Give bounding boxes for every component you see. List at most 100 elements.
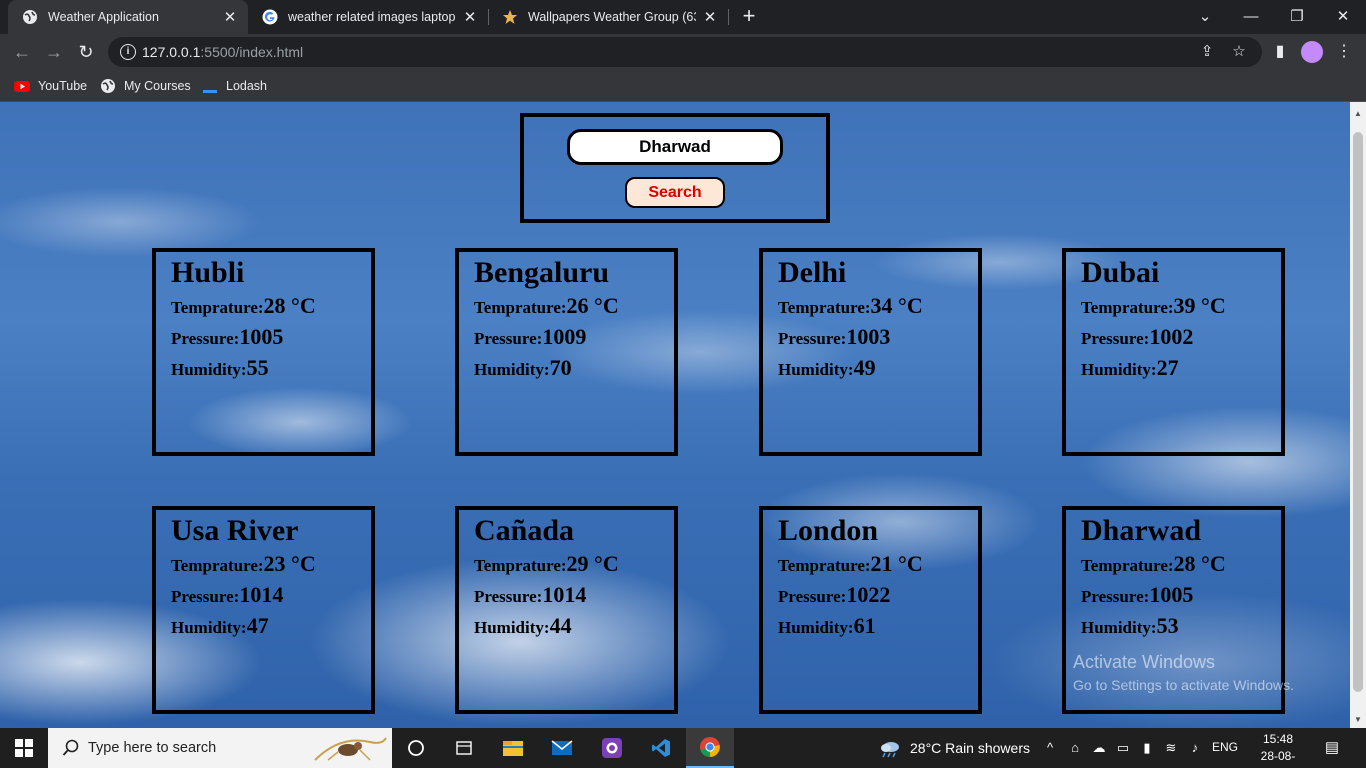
temperature-row: Temprature:28 °C bbox=[171, 293, 316, 318]
back-arrow-icon[interactable]: ← bbox=[8, 38, 36, 66]
input-language[interactable]: ENG bbox=[1212, 740, 1238, 754]
address-bar[interactable]: i 127.0.0.1:5500/index.html ⇪ ☆ bbox=[108, 37, 1262, 67]
lodash-icon bbox=[202, 78, 218, 94]
url-host: 127.0.0.1 bbox=[142, 44, 201, 60]
url-text[interactable]: 127.0.0.1:5500/index.html bbox=[142, 44, 303, 60]
windows-taskbar: Type here to search 28°C Rain showers ^ … bbox=[0, 728, 1366, 768]
bookmark-youtube[interactable]: YouTube bbox=[14, 77, 87, 95]
bookmark-my-courses[interactable]: My Courses bbox=[100, 77, 191, 95]
star-icon bbox=[502, 9, 518, 25]
city-name: Hubli bbox=[171, 256, 245, 289]
tab-weather-images[interactable]: weather related images laptop w ✕ bbox=[248, 0, 488, 34]
pressure-row: Pressure:1005 bbox=[1081, 582, 1194, 607]
city-card-dubai: Dubai Temprature:39 °C Pressure:1002 Hum… bbox=[1062, 248, 1285, 456]
search-highlight-bird-icon bbox=[314, 737, 387, 761]
task-view-icon[interactable] bbox=[440, 728, 488, 768]
weather-text: 28°C Rain showers bbox=[910, 740, 1030, 756]
tab-wallpapers-weather[interactable]: Wallpapers Weather Group (63+) ✕ bbox=[488, 0, 728, 34]
site-info-icon[interactable]: i bbox=[120, 44, 136, 60]
city-card-hubli: Hubli Temprature:28 °C Pressure:1005 Hum… bbox=[152, 248, 375, 456]
windows-start-button[interactable] bbox=[0, 728, 48, 768]
search-icon bbox=[62, 739, 79, 756]
pressure-row: Pressure:1014 bbox=[171, 582, 284, 607]
tab-weather-application[interactable]: Weather Application ✕ bbox=[8, 0, 248, 34]
humidity-row: Humidity:47 bbox=[171, 613, 269, 638]
bookmark-lodash[interactable]: Lodash bbox=[202, 77, 267, 95]
windows-logo-icon bbox=[15, 739, 33, 757]
google-icon bbox=[262, 9, 278, 25]
page-viewport: Search Hubli Temprature:28 °C Pressure:1… bbox=[0, 102, 1350, 728]
pressure-row: Pressure:1003 bbox=[778, 324, 891, 349]
share-icon[interactable]: ⇪ bbox=[1198, 43, 1216, 61]
wifi-icon[interactable]: ≋ bbox=[1162, 739, 1180, 757]
onedrive-cloud-icon[interactable]: ☁ bbox=[1090, 739, 1108, 757]
city-name: Dharwad bbox=[1081, 514, 1202, 547]
bookmark-star-icon[interactable]: ☆ bbox=[1230, 43, 1248, 61]
chrome-icon[interactable] bbox=[686, 728, 734, 768]
humidity-row: Humidity:27 bbox=[1081, 355, 1179, 380]
taskbar-search-placeholder: Type here to search bbox=[88, 740, 217, 756]
pressure-row: Pressure:1002 bbox=[1081, 324, 1194, 349]
vscode-icon[interactable] bbox=[637, 728, 685, 768]
display-icon[interactable]: ▭ bbox=[1114, 739, 1132, 757]
search-panel: Search bbox=[520, 113, 830, 223]
notification-center-icon[interactable]: ▤ bbox=[1322, 738, 1342, 758]
temperature-row: Temprature:29 °C bbox=[474, 551, 619, 576]
github-desktop-icon[interactable] bbox=[588, 728, 636, 768]
pressure-row: Pressure:1009 bbox=[474, 324, 587, 349]
tab-separator bbox=[728, 9, 729, 25]
file-explorer-icon[interactable] bbox=[489, 728, 537, 768]
profile-avatar[interactable] bbox=[1301, 41, 1323, 63]
pressure-row: Pressure:1022 bbox=[778, 582, 891, 607]
temperature-row: Temprature:23 °C bbox=[171, 551, 316, 576]
forward-arrow-icon[interactable]: → bbox=[40, 38, 68, 66]
taskbar-search-box[interactable]: Type here to search bbox=[48, 728, 392, 768]
browser-toolbar: ← → ↻ i 127.0.0.1:5500/index.html ⇪ ☆ ▮ … bbox=[0, 34, 1366, 70]
humidity-row: Humidity:61 bbox=[778, 613, 876, 638]
scroll-down-arrow-icon[interactable]: ▼ bbox=[1350, 712, 1366, 728]
pressure-row: Pressure:1014 bbox=[474, 582, 587, 607]
city-card-canada: Cañada Temprature:29 °C Pressure:1014 Hu… bbox=[455, 506, 678, 714]
restore-icon[interactable]: ❐ bbox=[1274, 0, 1320, 32]
city-name: Usa River bbox=[171, 514, 299, 547]
minimize-icon[interactable]: — bbox=[1228, 0, 1274, 32]
humidity-row: Humidity:70 bbox=[474, 355, 572, 380]
city-card-bengaluru: Bengaluru Temprature:26 °C Pressure:1009… bbox=[455, 248, 678, 456]
tab-search-chevron-icon[interactable]: ⌄ bbox=[1182, 0, 1228, 32]
reload-icon[interactable]: ↻ bbox=[72, 38, 100, 66]
search-button[interactable]: Search bbox=[625, 177, 725, 208]
system-clock[interactable]: 15:48 28-08-2022 bbox=[1250, 731, 1306, 768]
new-tab-button[interactable]: + bbox=[736, 4, 762, 30]
city-card-usa-river: Usa River Temprature:23 °C Pressure:1014… bbox=[152, 506, 375, 714]
youtube-icon bbox=[14, 78, 30, 94]
page-scrollbar[interactable]: ▲ ▼ bbox=[1350, 102, 1366, 728]
city-name: Delhi bbox=[778, 256, 847, 289]
humidity-row: Humidity:44 bbox=[474, 613, 572, 638]
scrollbar-thumb[interactable] bbox=[1353, 132, 1363, 692]
mail-icon[interactable] bbox=[538, 728, 586, 768]
close-tab-icon[interactable]: ✕ bbox=[702, 8, 718, 26]
humidity-row: Humidity:55 bbox=[171, 355, 269, 380]
scroll-up-arrow-icon[interactable]: ▲ bbox=[1350, 106, 1366, 122]
city-search-input[interactable] bbox=[567, 129, 783, 165]
browser-tab-bar: Weather Application ✕ weather related im… bbox=[0, 0, 1366, 34]
temperature-row: Temprature:26 °C bbox=[474, 293, 619, 318]
task-view-icon[interactable] bbox=[392, 728, 440, 768]
chevron-up-icon[interactable]: ^ bbox=[1041, 739, 1059, 757]
city-name: London bbox=[778, 514, 879, 547]
battery-icon[interactable]: ▮ bbox=[1138, 739, 1156, 757]
humidity-row: Humidity:53 bbox=[1081, 613, 1179, 638]
taskbar-weather-widget[interactable]: 28°C Rain showers bbox=[878, 728, 1030, 768]
side-panel-icon[interactable]: ▮ bbox=[1270, 42, 1290, 62]
rain-cloud-icon bbox=[881, 742, 899, 758]
volume-icon[interactable]: ♪ bbox=[1186, 739, 1204, 757]
close-tab-icon[interactable]: ✕ bbox=[222, 8, 238, 26]
close-window-icon[interactable]: ✕ bbox=[1320, 0, 1366, 32]
menu-dots-icon[interactable]: ⋮ bbox=[1334, 42, 1354, 62]
temperature-row: Temprature:39 °C bbox=[1081, 293, 1226, 318]
temperature-row: Temprature:34 °C bbox=[778, 293, 923, 318]
device-icon[interactable]: ⌂ bbox=[1066, 739, 1084, 757]
close-tab-icon[interactable]: ✕ bbox=[462, 8, 478, 26]
city-name: Bengaluru bbox=[474, 256, 610, 289]
temperature-row: Temprature:28 °C bbox=[1081, 551, 1226, 576]
